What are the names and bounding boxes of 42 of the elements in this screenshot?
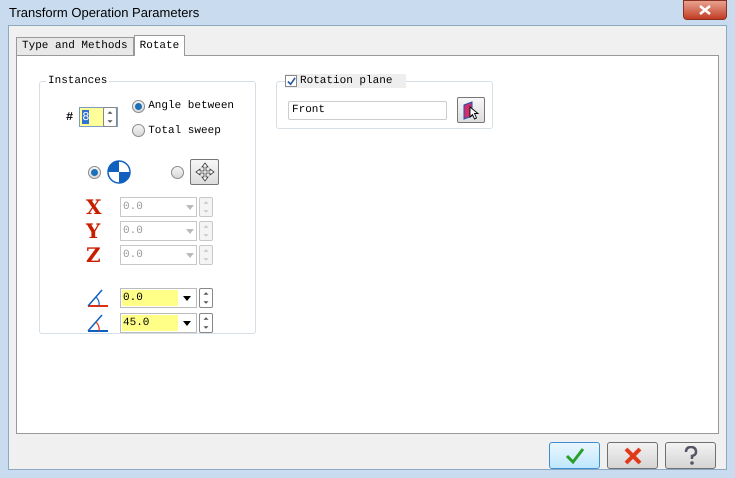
close-icon — [699, 5, 711, 15]
angle-icon — [86, 287, 110, 309]
caret-icon — [183, 320, 191, 326]
close-icon — [622, 446, 642, 464]
ok-button[interactable] — [549, 442, 600, 469]
checkbox[interactable] — [285, 75, 297, 87]
radio-button[interactable] — [171, 166, 184, 178]
close-button[interactable] — [683, 0, 727, 20]
radio-button[interactable] — [132, 100, 146, 113]
plane-pointer-icon — [461, 100, 481, 120]
angle-combobox[interactable]: 45.0 — [120, 313, 197, 333]
checkbox-label: Rotation plane — [300, 74, 392, 88]
cancel-button[interactable] — [607, 442, 658, 469]
quadrant-circle-icon — [107, 160, 131, 184]
help-icon — [682, 446, 698, 466]
angle-icon — [86, 312, 110, 334]
angle-combobox[interactable]: 0.0 — [120, 288, 197, 308]
checkmark-icon — [564, 446, 584, 464]
caret-icon — [183, 296, 191, 300]
spinner-buttons[interactable] — [103, 107, 118, 127]
radio-button[interactable] — [88, 166, 101, 178]
window-title: Transform Operation Parameters — [8, 4, 200, 22]
tab[interactable]: Type and Methods — [16, 37, 134, 55]
axis-label: Y — [86, 221, 102, 241]
count-field[interactable]: 8 — [79, 107, 118, 127]
move-arrows-icon — [194, 162, 214, 182]
caret-icon — [186, 252, 194, 258]
spinner-buttons[interactable] — [199, 288, 213, 308]
spinner-buttons[interactable] — [199, 313, 213, 333]
axis-label: Z — [86, 245, 102, 265]
caret-icon — [186, 204, 194, 210]
radio-label: Total sweep — [148, 124, 221, 138]
plane-field[interactable]: Front — [288, 100, 447, 120]
radio-label: Angle between — [148, 99, 234, 114]
radio-button[interactable] — [132, 124, 146, 138]
tab[interactable]: Rotate — [134, 35, 186, 56]
move-button[interactable] — [190, 159, 219, 185]
axis-label: X — [86, 197, 103, 217]
select-plane-button[interactable] — [457, 97, 485, 123]
help-button[interactable] — [665, 442, 716, 469]
count-label: # — [66, 109, 74, 126]
caret-icon — [186, 228, 194, 234]
